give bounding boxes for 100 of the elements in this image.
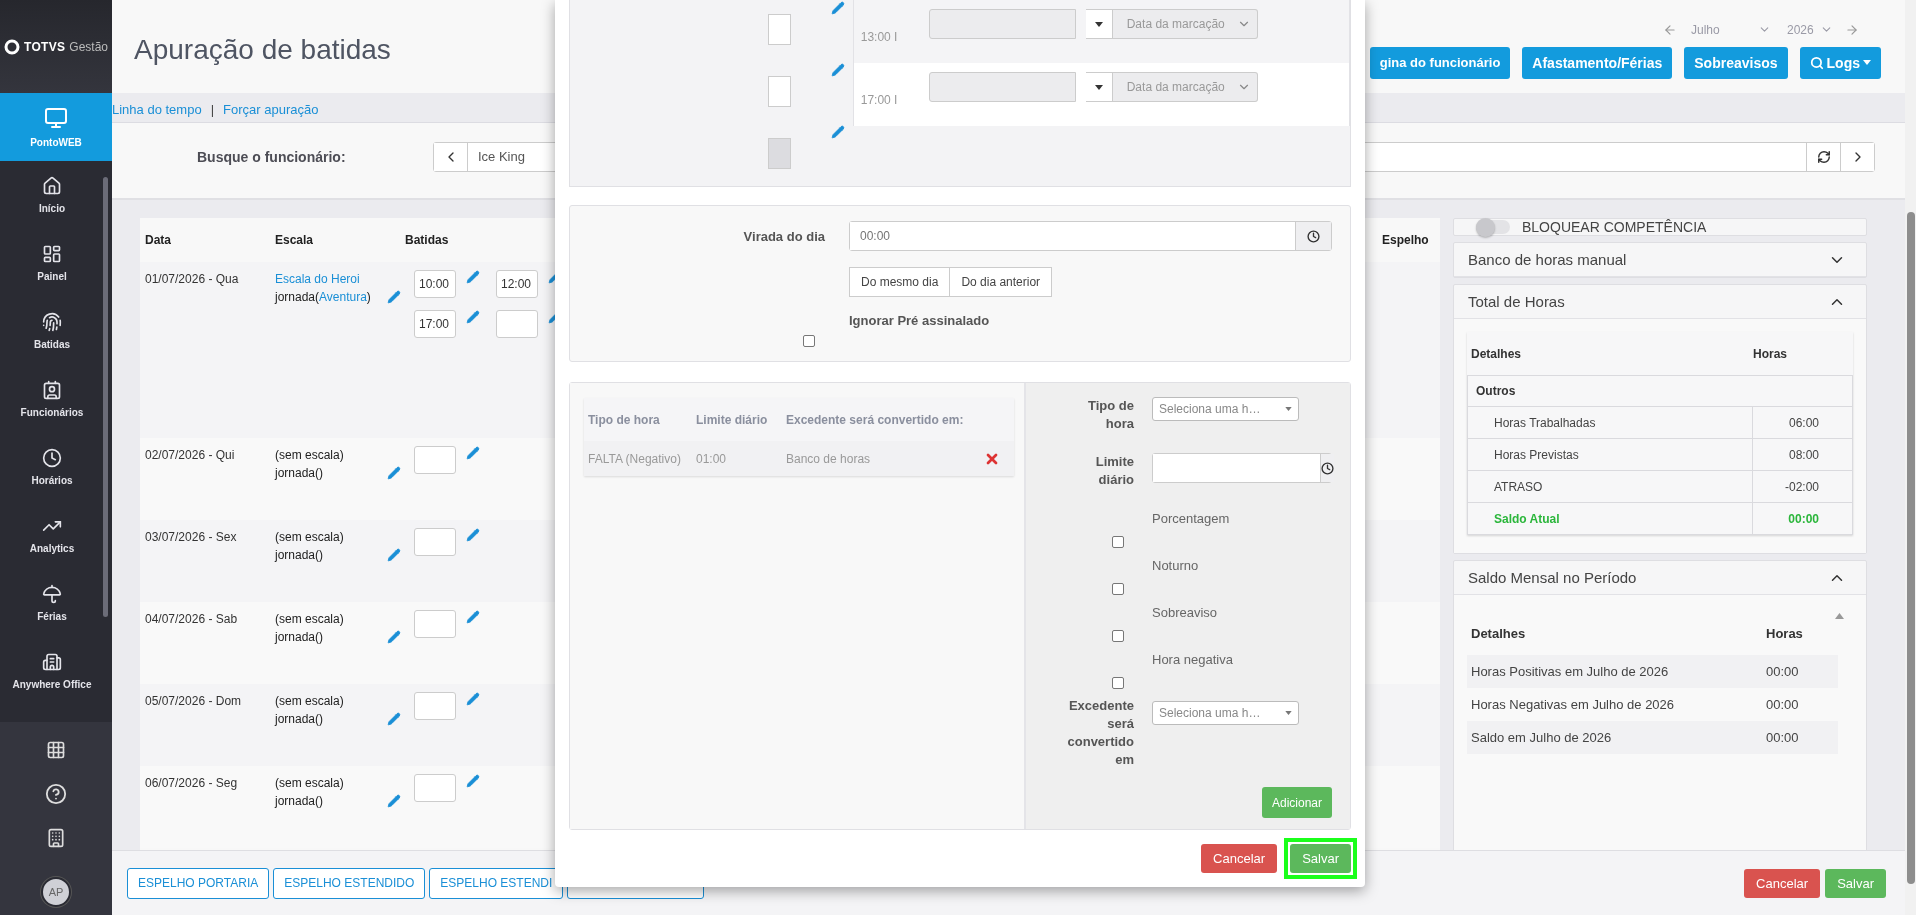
pencil-icon[interactable]: [466, 610, 480, 624]
time-field[interactable]: [768, 76, 791, 107]
pencil-icon[interactable]: [387, 466, 401, 480]
search-label: Busque o funcionário:: [197, 148, 347, 165]
logo-text: TOTVS: [24, 39, 66, 54]
checkbox[interactable]: [1112, 536, 1124, 548]
time-field[interactable]: [414, 692, 456, 720]
journey-text: jornada(): [275, 794, 324, 808]
month-select[interactable]: Julho: [1687, 22, 1773, 37]
building-icon[interactable]: [46, 828, 66, 848]
table-cell: 06:00: [1752, 407, 1852, 438]
help-icon[interactable]: [45, 783, 67, 805]
header-button[interactable]: Afastamento/Férias: [1522, 46, 1673, 79]
report-button[interactable]: ESPELHO PORTARIA: [127, 867, 270, 899]
time-field[interactable]: 17:00: [414, 310, 456, 338]
pencil-icon[interactable]: [387, 630, 401, 644]
time-field[interactable]: [414, 610, 456, 638]
day-option-button[interactable]: Do mesmo dia: [849, 267, 951, 297]
sidebar-item[interactable]: Batidas: [0, 297, 104, 365]
apps-icon[interactable]: [46, 740, 66, 760]
column-header: Data: [145, 233, 171, 247]
add-button[interactable]: Adicionar: [1261, 787, 1332, 818]
save-button[interactable]: Salvar: [1290, 844, 1351, 873]
time-field[interactable]: [768, 14, 791, 45]
pencil-icon[interactable]: [831, 1, 845, 15]
time-field[interactable]: [496, 310, 538, 338]
table-cell-text: Horas Negativas em Julho de 2026: [1471, 697, 1676, 712]
sidebar-item[interactable]: PontoWEB: [0, 93, 112, 161]
caret-icon: [1094, 21, 1103, 27]
column-header: Detalhes: [1471, 346, 1523, 361]
save-button[interactable]: Salvar: [1825, 868, 1886, 898]
report-button[interactable]: ESPELHO ESTENDI: [429, 867, 564, 899]
table-cell: -02:00: [1752, 471, 1852, 502]
header-button[interactable]: Sobreavisos: [1684, 46, 1788, 79]
panel-title: Total de Horas: [1468, 293, 1565, 310]
hour-type-select[interactable]: Seleciona uma h…: [1152, 397, 1299, 421]
pencil-icon[interactable]: [466, 528, 480, 542]
pencil-icon[interactable]: [831, 63, 845, 77]
page-title: Apuração de batidas: [134, 33, 391, 66]
previous-button[interactable]: [434, 142, 468, 171]
time-field[interactable]: [414, 446, 456, 474]
time-field[interactable]: [414, 774, 456, 802]
pencil-icon[interactable]: [466, 310, 480, 324]
select-field[interactable]: [928, 72, 1076, 102]
checkbox[interactable]: [803, 335, 815, 347]
pencil-icon[interactable]: [831, 125, 845, 139]
column-header: Tipo de hora: [588, 412, 661, 427]
panel-header[interactable]: Banco de horas manual: [1454, 243, 1866, 277]
cancel-button[interactable]: Cancelar: [1201, 844, 1278, 873]
checkbox[interactable]: [1112, 583, 1124, 595]
checkbox[interactable]: [1112, 630, 1124, 642]
recalculate-link[interactable]: Forçar apuração: [223, 102, 319, 117]
pencil-icon[interactable]: [466, 774, 480, 788]
header-button[interactable]: gina do funcionário: [1369, 46, 1511, 79]
sidebar-item[interactable]: Anywhere Office: [0, 637, 104, 705]
scrollbar[interactable]: [1905, 0, 1916, 915]
checkbox[interactable]: [1112, 677, 1124, 689]
sidebar-item[interactable]: Analytics: [0, 501, 104, 569]
sidebar-item[interactable]: Férias: [0, 569, 104, 637]
sidebar-item[interactable]: Horários: [0, 433, 104, 501]
schedule-link[interactable]: Escala do Heroi: [275, 272, 401, 286]
dropdown-button[interactable]: [1085, 9, 1113, 39]
date-cell-text: 01/07/2026 - Qua: [145, 271, 240, 288]
date-cell-text: 05/07/2026 - Dom: [145, 693, 243, 710]
logs-button[interactable]: Logs: [1799, 46, 1881, 79]
sidebar-item[interactable]: Funcionários: [0, 365, 104, 433]
date-select[interactable]: Data da marcação: [1112, 9, 1258, 39]
checkbox-label: Sobreaviso: [1152, 605, 1218, 620]
convert-select[interactable]: Seleciona uma h…: [1152, 701, 1299, 725]
sidebar-item[interactable]: Painel: [0, 229, 104, 297]
schedule-text: (sem escala): [275, 612, 345, 626]
pencil-icon[interactable]: [387, 794, 401, 808]
toggle-switch[interactable]: [1476, 220, 1510, 234]
journey-link[interactable]: Aventura: [319, 290, 367, 304]
table-cell-text: FALTA (Negativo): [588, 451, 682, 466]
pencil-icon[interactable]: [387, 712, 401, 726]
date-select[interactable]: Data da marcação: [1112, 72, 1258, 102]
scroll-up-icon[interactable]: [1835, 613, 1844, 619]
time-field[interactable]: 12:00: [496, 270, 538, 298]
pencil-icon[interactable]: [466, 692, 480, 706]
scrollbar[interactable]: [103, 177, 108, 617]
time-field[interactable]: 10:00: [414, 270, 456, 298]
schedule-text: (sem escala): [275, 530, 345, 544]
pencil-icon[interactable]: [466, 446, 480, 460]
report-button[interactable]: ESPELHO ESTENDIDO: [273, 867, 426, 899]
time-field[interactable]: [414, 528, 456, 556]
fingerprint-icon: [42, 312, 62, 332]
day-option-button[interactable]: Do dia anterior: [950, 267, 1053, 297]
select-field[interactable]: [928, 9, 1076, 39]
dropdown-button[interactable]: [1085, 72, 1113, 102]
table-cell-text: 00:00: [1766, 730, 1800, 745]
year-select[interactable]: 2026: [1783, 22, 1835, 37]
pencil-icon[interactable]: [466, 270, 480, 284]
avatar[interactable]: AP: [41, 877, 71, 907]
column-header: Excedente será convertido em:: [786, 412, 965, 427]
sidebar-item[interactable]: Início: [0, 161, 104, 229]
timeline-link[interactable]: Linha do tempo: [112, 102, 202, 117]
pencil-icon[interactable]: [387, 548, 401, 562]
pencil-icon[interactable]: [387, 290, 401, 304]
cancel-button[interactable]: Cancelar: [1744, 868, 1821, 898]
